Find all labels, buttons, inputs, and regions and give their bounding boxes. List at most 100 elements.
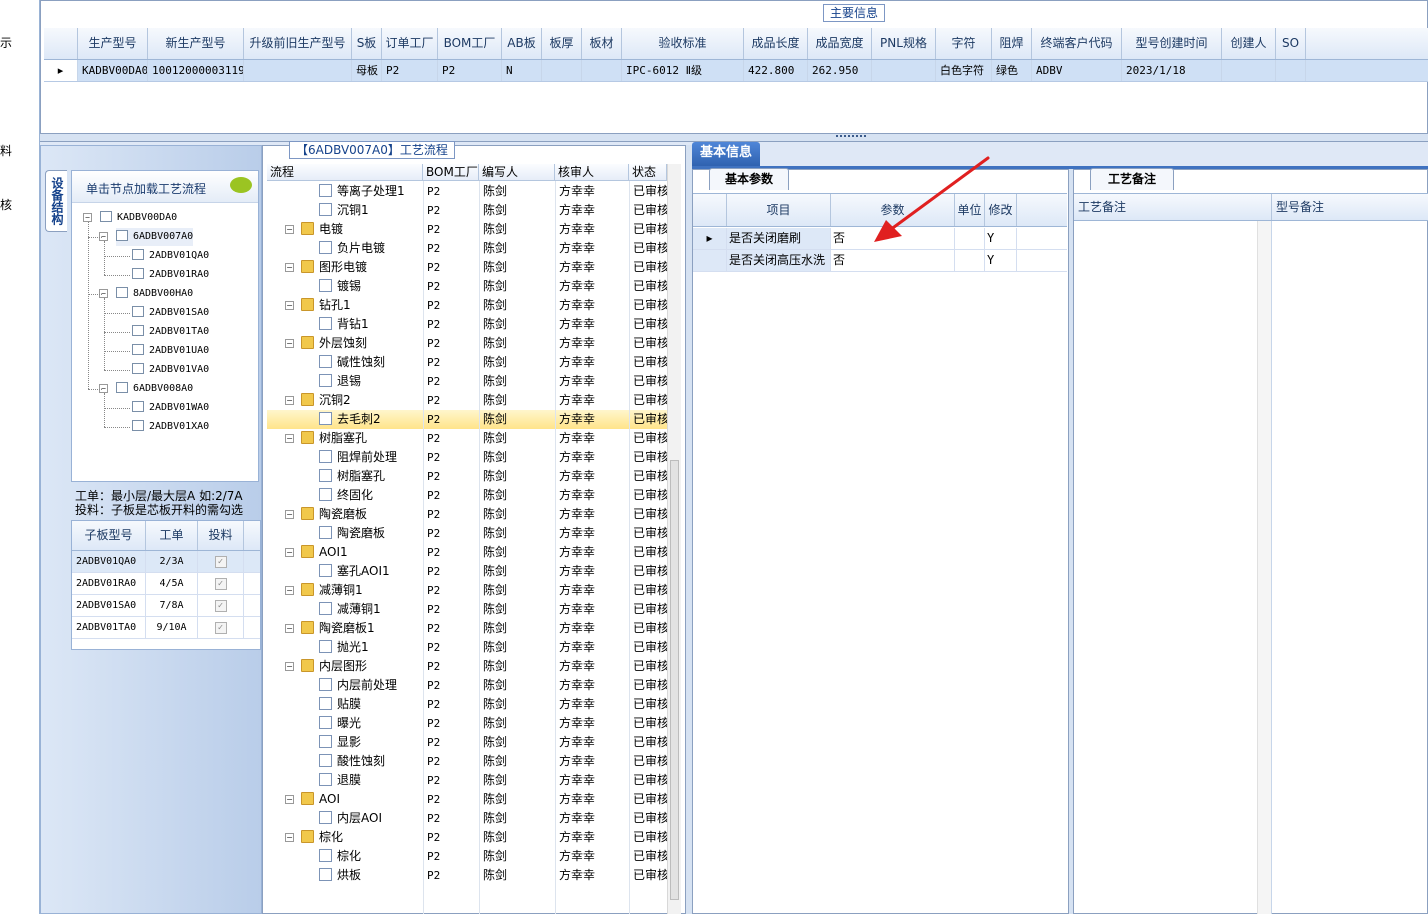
feed-checkbox[interactable]: ✓ [214,600,227,612]
process-factory[interactable]: P2 [427,201,479,220]
process-row[interactable]: 烘板 P2 陈剑 方幸幸 已审核 [267,866,667,885]
collapse-icon[interactable]: − [285,795,294,804]
process-row[interactable]: − 陶瓷磨板 P2 陈剑 方幸幸 已审核 [267,505,667,524]
process-status[interactable]: 已审核 [633,600,667,619]
process-name-cell[interactable]: 内层前处理 [319,676,423,695]
process-row[interactable]: − 电镀 P2 陈剑 方幸幸 已审核 [267,220,667,239]
feed-cell[interactable]: ✓ [198,595,244,616]
process-status[interactable]: 已审核 [633,828,667,847]
process-writer[interactable]: 陈剑 [483,733,555,752]
process-factory[interactable]: P2 [427,733,479,752]
process-status[interactable]: 已审核 [633,638,667,657]
process-factory[interactable]: P2 [427,239,479,258]
collapse-icon[interactable]: − [285,301,294,310]
column-header[interactable]: AB板 [502,28,542,59]
process-reviewer[interactable]: 方幸幸 [559,752,629,771]
process-writer[interactable]: 陈剑 [483,790,555,809]
process-factory[interactable]: P2 [427,714,479,733]
process-name-cell[interactable]: 减薄铜1 [319,600,423,619]
process-name-cell[interactable]: 陶瓷磨板 [301,505,423,524]
process-writer[interactable]: 陈剑 [483,467,555,486]
collapse-icon[interactable]: − [285,548,294,557]
process-factory[interactable]: P2 [427,619,479,638]
process-writer[interactable]: 陈剑 [483,258,555,277]
process-reviewer[interactable]: 方幸幸 [559,239,629,258]
process-writer[interactable]: 陈剑 [483,714,555,733]
process-factory[interactable]: P2 [427,391,479,410]
process-row[interactable]: − 减薄铜1 P2 陈剑 方幸幸 已审核 [267,581,667,600]
collapse-icon[interactable]: − [83,213,92,222]
process-row[interactable]: − 沉铜2 P2 陈剑 方幸幸 已审核 [267,391,667,410]
tree-node-leaf[interactable]: 2ADBV01XA0 [132,418,209,436]
process-name-cell[interactable]: 等离子处理1 [319,182,423,201]
process-name-cell[interactable]: 树脂塞孔 [301,429,423,448]
process-writer[interactable]: 陈剑 [483,277,555,296]
process-status[interactable]: 已审核 [633,733,667,752]
param-unit[interactable] [955,250,985,271]
process-row[interactable]: − 内层图形 P2 陈剑 方幸幸 已审核 [267,657,667,676]
process-name-cell[interactable]: 退锡 [319,372,423,391]
process-name-cell[interactable]: AOI [301,790,423,809]
process-writer[interactable]: 陈剑 [483,752,555,771]
column-header[interactable]: 子板型号 [72,521,146,550]
tree-node-group[interactable]: −6ADBV007A0 [99,228,194,246]
table-cell[interactable]: 422.800 [744,60,808,81]
process-writer[interactable]: 陈剑 [483,334,555,353]
process-name-cell[interactable]: 去毛刺2 [319,410,423,429]
table-cell[interactable]: 白色字符 [936,60,992,81]
collapse-icon[interactable]: − [285,586,294,595]
collapse-icon[interactable]: − [285,434,294,443]
process-factory[interactable]: P2 [427,315,479,334]
process-factory[interactable]: P2 [427,467,479,486]
process-name-cell[interactable]: 镀锡 [319,277,423,296]
work-order[interactable]: 7/8A [146,595,198,616]
process-row[interactable]: 阻焊前处理 P2 陈剑 方幸幸 已审核 [267,448,667,467]
process-row[interactable]: 背钻1 P2 陈剑 方幸幸 已审核 [267,315,667,334]
tree-node-leaf[interactable]: 2ADBV01TA0 [132,323,209,341]
work-order[interactable]: 2/3A [146,551,198,572]
process-reviewer[interactable]: 方幸幸 [559,277,629,296]
table-cell[interactable]: P2 [438,60,502,81]
feed-checkbox[interactable]: ✓ [214,578,227,590]
process-status[interactable]: 已审核 [633,239,667,258]
process-status[interactable]: 已审核 [633,448,667,467]
process-row[interactable]: 沉铜1 P2 陈剑 方幸幸 已审核 [267,201,667,220]
remark-column-header[interactable]: 工艺备注 [1074,194,1272,220]
process-factory[interactable]: P2 [427,695,479,714]
table-row[interactable]: ▸ KADBV00DA0 10012000003119 母板 P2 P2 N IPC-6012… [44,60,1428,82]
process-writer[interactable]: 陈剑 [483,239,555,258]
process-row[interactable]: − AOI P2 陈剑 方幸幸 已审核 [267,790,667,809]
process-writer[interactable]: 陈剑 [483,429,555,448]
process-writer[interactable]: 陈剑 [483,562,555,581]
process-name-cell[interactable]: 酸性蚀刻 [319,752,423,771]
table-cell[interactable]: N [502,60,542,81]
process-row[interactable]: 棕化 P2 陈剑 方幸幸 已审核 [267,847,667,866]
process-row[interactable]: 树脂塞孔 P2 陈剑 方幸幸 已审核 [267,467,667,486]
collapse-icon[interactable]: − [285,510,294,519]
process-writer[interactable]: 陈剑 [483,866,555,885]
remark-scrollbar[interactable] [1257,221,1271,914]
process-row[interactable]: 减薄铜1 P2 陈剑 方幸幸 已审核 [267,600,667,619]
process-reviewer[interactable]: 方幸幸 [559,524,629,543]
process-row[interactable]: 抛光1 P2 陈剑 方幸幸 已审核 [267,638,667,657]
process-row[interactable]: 去毛刺2 P2 陈剑 方幸幸 已审核 [267,410,667,429]
process-name-cell[interactable]: 曝光 [319,714,423,733]
process-status[interactable]: 已审核 [633,619,667,638]
process-status[interactable]: 已审核 [633,847,667,866]
column-header[interactable]: 状态 [629,164,667,180]
sub-board-model[interactable]: 2ADBV01RA0 [72,573,146,594]
process-writer[interactable]: 陈剑 [483,524,555,543]
column-header[interactable]: 阻焊 [992,28,1032,59]
process-row[interactable]: 陶瓷磨板 P2 陈剑 方幸幸 已审核 [267,524,667,543]
process-writer[interactable]: 陈剑 [483,600,555,619]
process-status[interactable]: 已审核 [633,372,667,391]
process-factory[interactable]: P2 [427,220,479,239]
process-status[interactable]: 已审核 [633,676,667,695]
process-name-cell[interactable]: 内层AOI [319,809,423,828]
process-status[interactable]: 已审核 [633,334,667,353]
process-name-cell[interactable]: 退膜 [319,771,423,790]
tree-node-group[interactable]: −6ADBV008A0 [99,380,193,398]
process-factory[interactable]: P2 [427,505,479,524]
process-row[interactable]: 等离子处理1 P2 陈剑 方幸幸 已审核 [267,182,667,201]
process-reviewer[interactable]: 方幸幸 [559,296,629,315]
